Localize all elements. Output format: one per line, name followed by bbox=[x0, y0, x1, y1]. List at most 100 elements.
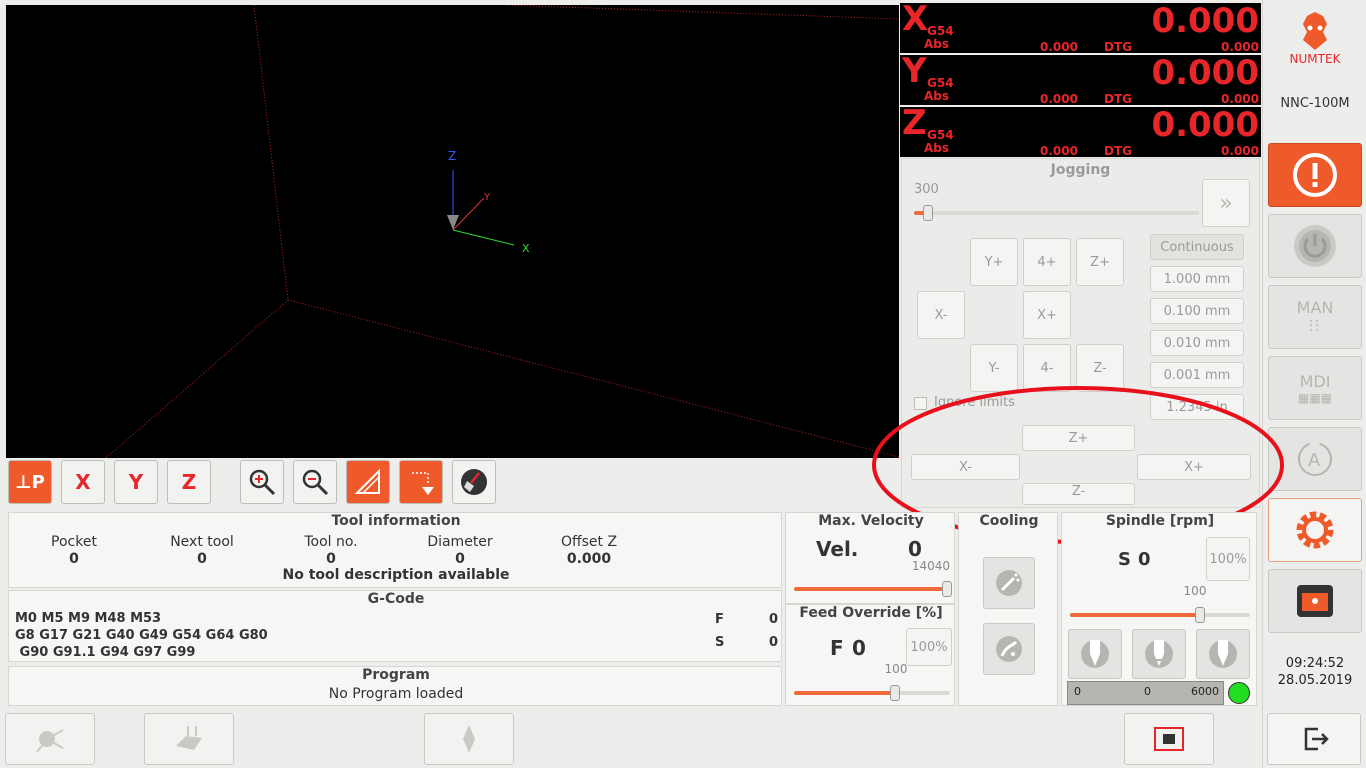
touch-off-icon bbox=[176, 726, 202, 750]
mdi-mode-label: MDI bbox=[1299, 371, 1331, 391]
increment-0.001mm[interactable]: 0.001 mm bbox=[1150, 362, 1244, 388]
manual-mode-button[interactable]: MAN ⫶⫶ bbox=[1268, 285, 1362, 349]
view-x-button[interactable]: X bbox=[61, 460, 105, 504]
increment-inch[interactable]: 1.2345 in bbox=[1150, 394, 1244, 420]
auto-mode-button[interactable]: A bbox=[1268, 427, 1362, 491]
program-title: Program bbox=[362, 667, 430, 683]
zoom-in-button[interactable] bbox=[240, 460, 284, 504]
jog-y-plus-button[interactable]: Y+ bbox=[970, 238, 1018, 286]
svg-text:A: A bbox=[1308, 450, 1321, 471]
increment-0.1mm[interactable]: 0.100 mm bbox=[1150, 298, 1244, 324]
spindle-ccw-button[interactable] bbox=[1068, 629, 1122, 679]
show-dimensions-button[interactable] bbox=[346, 460, 390, 504]
velocity-slider[interactable] bbox=[794, 581, 952, 597]
view-z-button[interactable]: Z bbox=[167, 460, 211, 504]
toolpath-preview: Z X Y bbox=[105, 5, 899, 458]
jog-z-minus-button[interactable]: Z- bbox=[1076, 344, 1124, 392]
spindle-bar-max: 6000 bbox=[1191, 685, 1219, 698]
coolant-mist-button[interactable] bbox=[983, 557, 1035, 609]
dro-abs-value: 0.000 bbox=[1040, 144, 1078, 158]
coolant-flood-button[interactable] bbox=[983, 623, 1035, 675]
home-axes-button[interactable] bbox=[5, 713, 95, 765]
dro-abs-label: Abs bbox=[924, 141, 950, 155]
jog-y-minus-button[interactable]: Y- bbox=[970, 344, 1018, 392]
tool-change-button[interactable] bbox=[424, 713, 514, 765]
jog-lower-x-plus-button[interactable]: X+ bbox=[1137, 454, 1251, 480]
jog-x-minus-button[interactable]: X- bbox=[917, 291, 965, 339]
next-tool-value: 0 bbox=[197, 551, 207, 567]
velocity-fill bbox=[794, 587, 947, 591]
ignore-limits-checkbox[interactable] bbox=[914, 397, 927, 410]
jog-x-plus-button[interactable]: X+ bbox=[1023, 291, 1071, 339]
program-panel: Program No Program loaded bbox=[8, 666, 782, 706]
jog-lower-x-minus-button[interactable]: X- bbox=[911, 454, 1020, 480]
dro-value: 0.000 bbox=[1151, 53, 1259, 93]
pocket-label: Pocket bbox=[51, 534, 97, 550]
show-toolpath-button[interactable] bbox=[399, 460, 443, 504]
spindle-label: S bbox=[1118, 549, 1131, 570]
double-chevron-icon: » bbox=[1219, 190, 1233, 216]
sidebar: NUMTEK NNC-100M MAN ⫶⫶ MDI ▦▦▦ A 09:24:5… bbox=[1262, 0, 1366, 768]
feed-override-knob[interactable] bbox=[890, 685, 901, 701]
touch-off-button[interactable] bbox=[144, 713, 234, 765]
3d-viewport[interactable]: Z X Y bbox=[6, 5, 899, 458]
jog-lower-z-plus-button[interactable]: Z+ bbox=[1022, 425, 1135, 451]
dro-dtg-label: DTG bbox=[1104, 92, 1132, 106]
auto-cycle-icon: A bbox=[1298, 442, 1332, 476]
jog-4-minus-button[interactable]: 4- bbox=[1023, 344, 1071, 392]
settings-button[interactable] bbox=[1268, 498, 1362, 562]
view-y-button[interactable]: Y bbox=[114, 460, 158, 504]
spindle-stop-button[interactable] bbox=[1132, 629, 1186, 679]
view-perspective-button[interactable]: ⊥P bbox=[8, 460, 52, 504]
gcode-line-2: G8 G17 G21 G40 G49 G54 G64 G80 bbox=[15, 628, 268, 643]
dro-y: Y G54 Abs 0.000 0.000 DTG 0.000 bbox=[900, 51, 1261, 106]
increment-1mm[interactable]: 1.000 mm bbox=[1150, 266, 1244, 292]
fast-jog-button[interactable]: » bbox=[1202, 179, 1250, 227]
program-status: No Program loaded bbox=[328, 686, 464, 702]
jog-z-plus-button[interactable]: Z+ bbox=[1076, 238, 1124, 286]
power-button[interactable] bbox=[1268, 214, 1362, 278]
perspective-icon: ⊥P bbox=[15, 471, 45, 493]
spindle-ccw-icon bbox=[1081, 640, 1109, 668]
feed-reset-button[interactable]: 100% bbox=[906, 628, 952, 666]
spindle-reset-button[interactable]: 100% bbox=[1206, 537, 1250, 581]
mdi-mode-button[interactable]: MDI ▦▦▦ bbox=[1268, 356, 1362, 420]
operator-button[interactable] bbox=[1268, 569, 1362, 633]
spindle-slider[interactable] bbox=[1070, 607, 1250, 623]
tool-no-value: 0 bbox=[326, 551, 336, 567]
jog-lower-z-minus-button[interactable]: Z- bbox=[1022, 483, 1135, 505]
fullscreen-button[interactable] bbox=[1124, 713, 1214, 765]
jogging-panel: Jogging 300 » Y+ 4+ Z+ X- X+ Y- 4- Z- Co… bbox=[901, 158, 1260, 508]
increment-0.01mm[interactable]: 0.010 mm bbox=[1150, 330, 1244, 356]
cooling-title: Cooling bbox=[979, 513, 1039, 529]
emergency-stop-button[interactable] bbox=[1268, 143, 1362, 207]
broom-icon bbox=[461, 469, 487, 495]
jog-speed-knob[interactable] bbox=[923, 205, 934, 221]
clear-preview-button[interactable] bbox=[452, 460, 496, 504]
velocity-panel: Max. Velocity Vel. 0 14040 bbox=[785, 512, 955, 604]
feed-label: F bbox=[830, 636, 844, 660]
jog-speed-slider[interactable] bbox=[914, 205, 1199, 221]
diameter-label: Diameter bbox=[427, 534, 493, 550]
spindle-knob[interactable] bbox=[1194, 607, 1205, 623]
spindle-scale: 100 bbox=[1183, 584, 1207, 598]
numtek-logo bbox=[1293, 10, 1337, 54]
zoom-out-icon bbox=[302, 469, 329, 496]
dro-dtg-value: 0.000 bbox=[1221, 144, 1259, 158]
zoom-out-button[interactable] bbox=[293, 460, 337, 504]
spindle-load-bar: 0 0 6000 bbox=[1067, 681, 1224, 705]
exit-button[interactable] bbox=[1267, 713, 1361, 765]
ignore-limits-label: Ignore limits bbox=[934, 395, 1015, 410]
brand-name: NUMTEK bbox=[1289, 52, 1341, 66]
dro-dtg-value: 0.000 bbox=[1221, 92, 1259, 106]
diameter-value: 0 bbox=[455, 551, 465, 567]
increment-continuous[interactable]: Continuous bbox=[1150, 234, 1244, 260]
spindle-stop-icon bbox=[1145, 640, 1173, 668]
velocity-knob[interactable] bbox=[941, 581, 952, 597]
offset-z-value: 0.000 bbox=[566, 551, 612, 567]
feed-override-slider[interactable] bbox=[794, 685, 950, 701]
jog-4-plus-button[interactable]: 4+ bbox=[1023, 238, 1071, 286]
tool-no-label: Tool no. bbox=[304, 534, 358, 550]
spindle-cw-button[interactable] bbox=[1196, 629, 1250, 679]
dro-dtg-label: DTG bbox=[1104, 40, 1132, 54]
